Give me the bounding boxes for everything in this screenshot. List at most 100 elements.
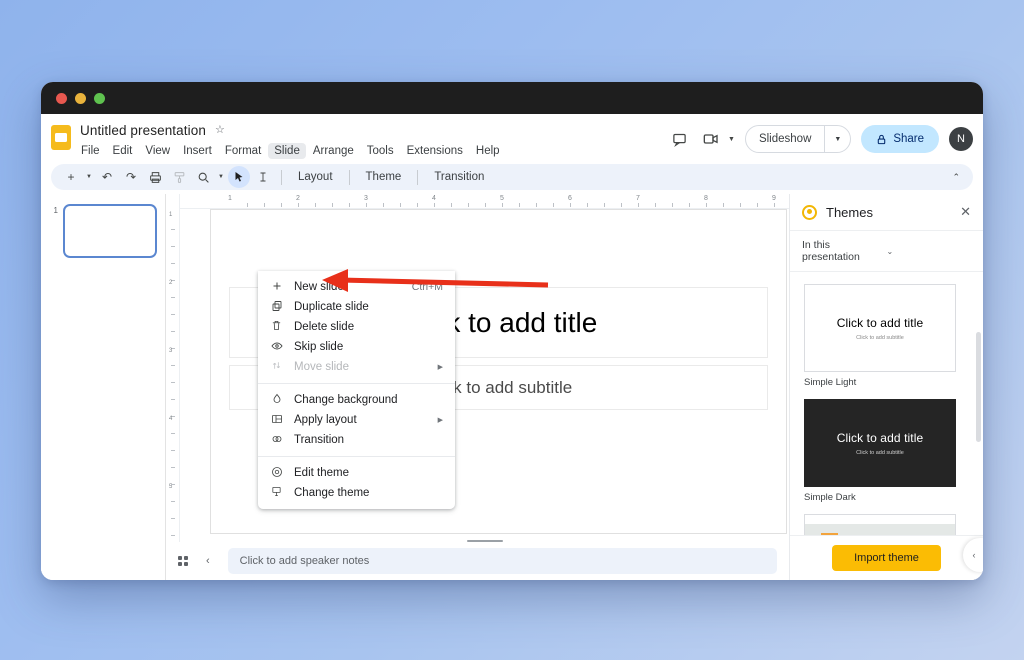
menu-item-label: Edit theme <box>294 467 443 479</box>
menu-edit[interactable]: Edit <box>107 143 139 159</box>
header-left: Untitled presentation ☆ File Edit View I… <box>80 120 668 159</box>
ruler-tick <box>171 331 175 332</box>
ruler-tick <box>366 203 367 207</box>
menu-item-delete-slide[interactable]: Delete slide <box>258 317 455 337</box>
ruler-label: 8 <box>704 195 708 202</box>
comment-history-icon[interactable] <box>668 128 690 150</box>
menu-help[interactable]: Help <box>470 143 506 159</box>
trash-icon <box>270 320 283 334</box>
menu-item-change-background[interactable]: Change background <box>258 390 455 410</box>
star-icon[interactable]: ☆ <box>215 125 225 136</box>
ruler-tick <box>621 203 622 207</box>
slideshow-chevron-down-icon[interactable]: ▼ <box>825 136 850 143</box>
menu-item-transition[interactable]: Transition <box>258 430 455 450</box>
ruler-tick <box>400 203 401 207</box>
layout-button[interactable]: Layout <box>289 171 342 183</box>
themes-scrollbar[interactable] <box>976 332 981 442</box>
slideshow-label: Slideshow <box>746 133 824 145</box>
theme-preview-light[interactable]: Click to add title Click to add subtitle <box>804 284 956 372</box>
menu-file[interactable]: File <box>75 143 106 159</box>
ruler-label: 7 <box>636 195 640 202</box>
menu-item-label: New slide <box>294 281 401 293</box>
plus-icon <box>270 280 283 295</box>
google-slides-logo-icon[interactable] <box>51 125 71 150</box>
slideshow-button[interactable]: Slideshow ▼ <box>745 125 851 153</box>
new-slide-chevron-down-icon[interactable]: ▼ <box>84 174 94 180</box>
menu-item-duplicate-slide[interactable]: Duplicate slide <box>258 297 455 317</box>
speaker-notes-input[interactable]: Click to add speaker notes <box>228 548 777 574</box>
header-right: ▼ Slideshow ▼ Share N <box>668 125 973 153</box>
theme-accent-rule <box>821 533 838 535</box>
theme-button[interactable]: Theme <box>357 171 411 183</box>
import-theme-button[interactable]: Import theme <box>832 545 941 571</box>
meet-chevron-down-icon[interactable]: ▼ <box>728 136 735 143</box>
speaker-notes-bar: ‹ Click to add speaker notes <box>166 542 789 580</box>
menu-slide[interactable]: Slide <box>268 143 306 159</box>
menu-item-edit-theme[interactable]: Edit theme <box>258 463 455 483</box>
vertical-ruler[interactable]: 12345 <box>166 194 180 542</box>
menu-item-skip-slide[interactable]: Skip slide <box>258 337 455 357</box>
ruler-tick <box>451 203 452 207</box>
ruler-tick <box>171 450 175 451</box>
slide-thumbnail-1[interactable] <box>63 204 157 258</box>
close-icon[interactable]: ✕ <box>960 204 971 220</box>
theme-card-simple-dark[interactable]: Click to add title Click to add subtitle… <box>804 399 969 503</box>
horizontal-ruler[interactable]: 123456789 <box>180 194 789 209</box>
ruler-label: 5 <box>169 484 172 490</box>
filmstrip-collapse-icon[interactable]: ‹ <box>206 555 210 567</box>
menu-insert[interactable]: Insert <box>177 143 218 159</box>
avatar[interactable]: N <box>949 127 973 151</box>
zoom-chevron-down-icon[interactable]: ▼ <box>216 174 226 180</box>
ruler-tick <box>519 203 520 207</box>
chevron-down-icon: ⌄ <box>887 247 972 256</box>
textbox-icon[interactable] <box>252 166 274 188</box>
redo-icon[interactable]: ↷ <box>120 166 142 188</box>
change-theme-icon <box>270 486 283 500</box>
menu-item-change-theme[interactable]: Change theme <box>258 483 455 503</box>
menu-item-new-slide[interactable]: New slideCtrl+M <box>258 277 455 297</box>
theme-preview-dark[interactable]: Click to add title Click to add subtitle <box>804 399 956 487</box>
ruler-tick <box>171 297 175 298</box>
themes-filter-select[interactable]: In this presentation ⌄ <box>790 231 983 272</box>
new-slide-plus-icon[interactable]: + <box>60 166 82 188</box>
menu-format[interactable]: Format <box>219 143 267 159</box>
share-button[interactable]: Share <box>861 125 939 153</box>
close-window-button[interactable] <box>56 93 67 104</box>
ruler-label: 3 <box>169 348 172 354</box>
zoom-icon[interactable] <box>192 166 214 188</box>
menu-separator <box>258 456 455 457</box>
toolbar-collapse-icon[interactable]: ⌃ <box>952 172 964 183</box>
slide-number: 1 <box>49 204 58 258</box>
themes-panel: Themes ✕ In this presentation ⌄ Click to… <box>789 194 983 580</box>
document-title[interactable]: Untitled presentation <box>80 123 206 138</box>
meet-camera-icon[interactable] <box>700 128 722 150</box>
ruler-label: 1 <box>169 212 172 218</box>
maximize-window-button[interactable] <box>94 93 105 104</box>
ruler-tick <box>171 501 175 502</box>
minimize-window-button[interactable] <box>75 93 86 104</box>
ruler-tick <box>655 203 656 207</box>
ruler-tick <box>171 263 175 264</box>
undo-icon[interactable]: ↶ <box>96 166 118 188</box>
theme-preview-gray[interactable]: Click to add title Click to add subtitle <box>804 514 956 535</box>
menu-tools[interactable]: Tools <box>361 143 400 159</box>
theme-card-simple-light[interactable]: Click to add title Click to add subtitle… <box>804 284 969 388</box>
menu-view[interactable]: View <box>139 143 176 159</box>
submenu-chevron-right-icon: ▶ <box>438 416 443 424</box>
select-cursor-icon[interactable] <box>228 166 250 188</box>
import-theme-bar: Import theme <box>790 535 983 580</box>
menu-item-apply-layout[interactable]: Apply layout▶ <box>258 410 455 430</box>
menu-separator <box>258 383 455 384</box>
print-icon[interactable] <box>144 166 166 188</box>
menu-arrange[interactable]: Arrange <box>307 143 360 159</box>
edit-theme-icon <box>270 466 283 481</box>
paint-format-icon[interactable] <box>168 166 190 188</box>
ruler-tick <box>171 433 175 434</box>
menu-extensions[interactable]: Extensions <box>401 143 469 159</box>
transition-button[interactable]: Transition <box>425 171 493 183</box>
menu-item-label: Move slide <box>294 361 427 373</box>
theme-card-third[interactable]: Click to add title Click to add subtitle <box>804 514 969 535</box>
ruler-label: 1 <box>228 195 232 202</box>
ruler-tick <box>502 203 503 207</box>
grid-view-icon[interactable] <box>178 556 188 566</box>
